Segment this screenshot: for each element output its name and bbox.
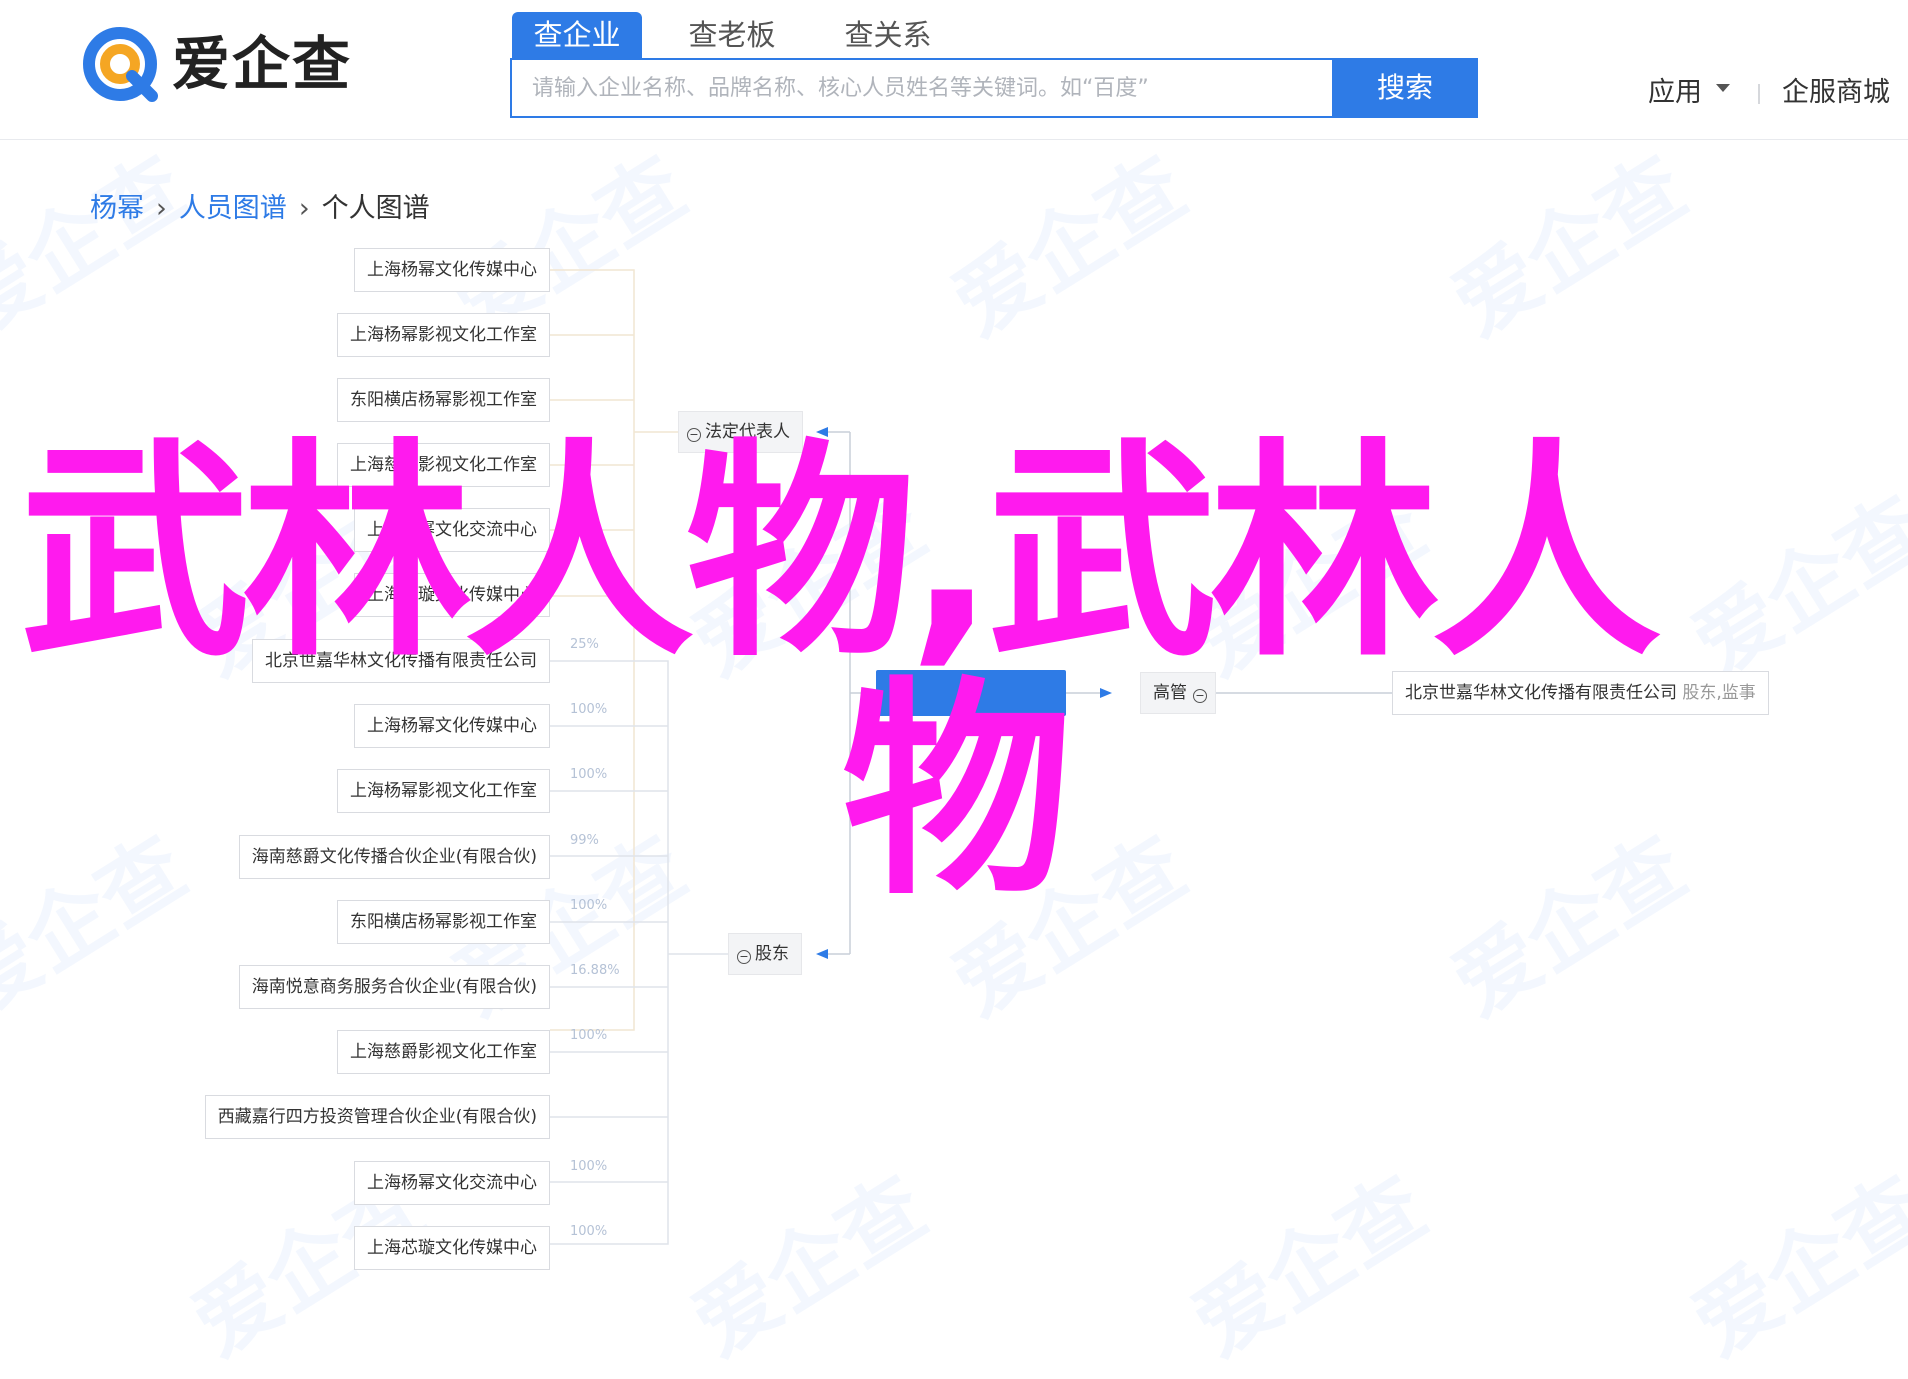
shareholding-percent: 100%: [570, 897, 608, 913]
shareholding-percent: 100%: [570, 702, 608, 718]
shareholder-company-node[interactable]: 东阳横店杨幂影视工作室: [337, 899, 550, 944]
collapse-icon[interactable]: −: [737, 950, 751, 964]
shareholder-company-node[interactable]: 西藏嘉行四方投资管理合伙企业(有限合伙): [204, 1095, 550, 1140]
legal-rep-company-node[interactable]: 上海杨幂文化传媒中心: [354, 248, 550, 292]
shareholder-company-node[interactable]: 上海芯璇文化传媒中心: [354, 1225, 550, 1270]
shareholder-company-node[interactable]: 上海杨幂文化交流中心: [354, 1160, 550, 1205]
shareholder-company-node[interactable]: 上海杨幂影视文化工作室: [337, 769, 550, 814]
role-text: 股东,监事: [1682, 683, 1756, 703]
legal-rep-company-node[interactable]: 东阳横店杨幂影视工作室: [337, 378, 550, 422]
shareholding-percent: 16.88%: [570, 963, 620, 978]
shareholding-percent: 99%: [570, 832, 599, 848]
shareholder-company-node[interactable]: 上海杨幂文化传媒中心: [354, 704, 550, 749]
shareholding-percent: 100%: [570, 767, 608, 783]
shareholder-company-node[interactable]: 海南慈爵文化传播合伙企业(有限合伙): [238, 834, 550, 879]
shareholder-company-node[interactable]: 上海慈爵影视文化工作室: [337, 1030, 550, 1075]
legal-rep-company-node[interactable]: 上海杨幂影视文化工作室: [337, 313, 550, 357]
category-label: 股东: [755, 944, 789, 964]
category-shareholder[interactable]: − 股东: [728, 933, 802, 975]
shareholding-percent: 100%: [570, 1028, 608, 1044]
shareholding-percent: 100%: [570, 1223, 608, 1239]
shareholder-company-node[interactable]: 海南悦意商务服务合伙企业(有限合伙): [238, 965, 550, 1009]
shareholding-percent: 100%: [570, 1158, 608, 1174]
overlay-title-line1: 武林人物,武林人: [20, 421, 1661, 688]
overlay-title-line2: 物: [842, 659, 1072, 926]
collapse-icon[interactable]: −: [1193, 689, 1207, 703]
